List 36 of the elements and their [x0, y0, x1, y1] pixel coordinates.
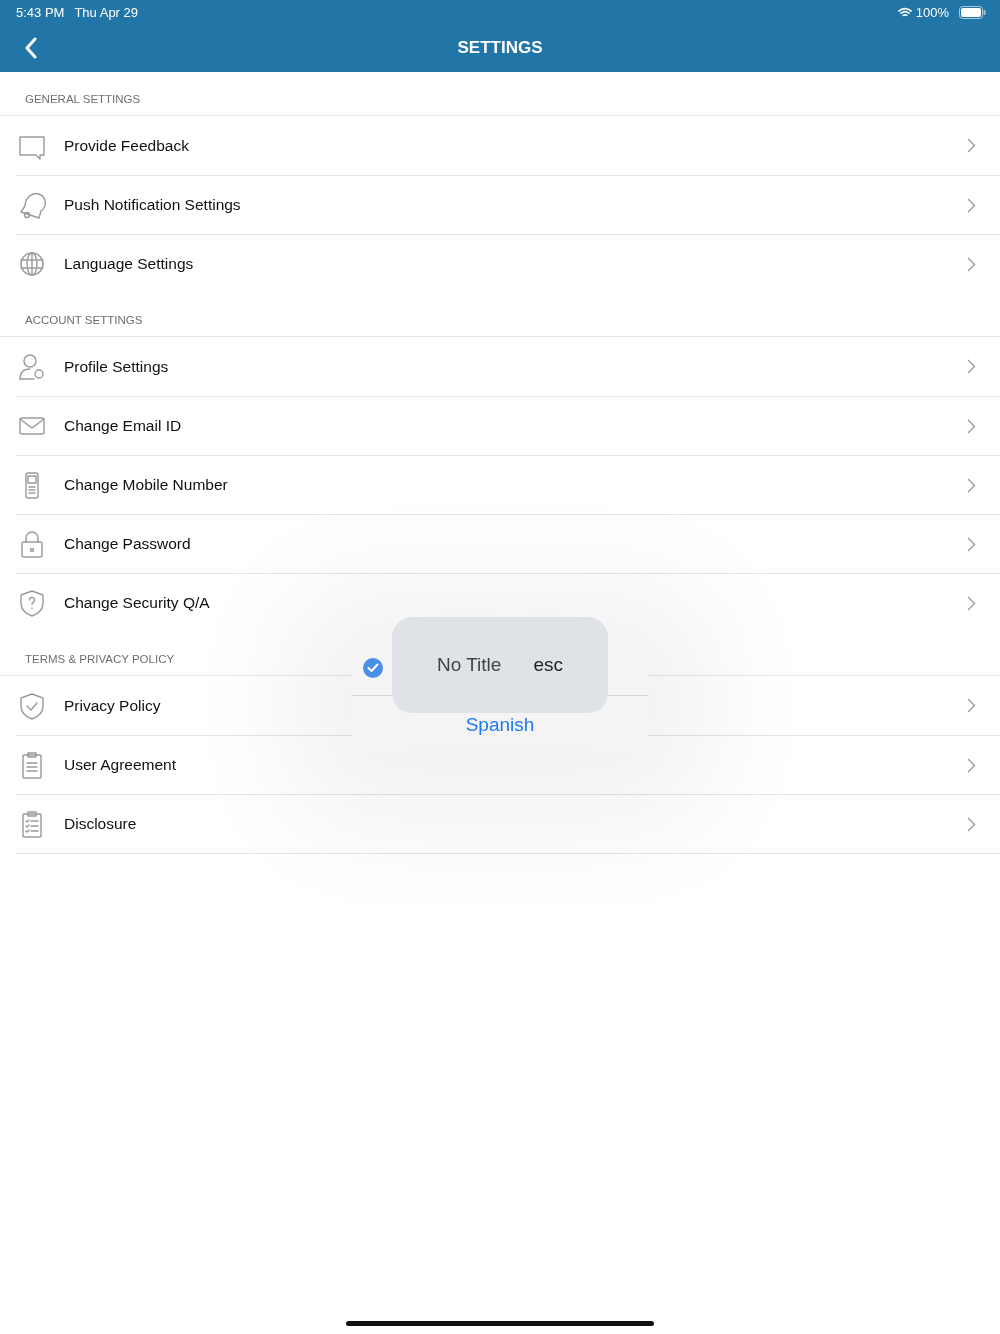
- settings-item[interactable]: Disclosure: [64, 815, 137, 833]
- nav-title: SETTINGS: [456, 38, 544, 58]
- chevron-icon: [967, 536, 976, 552]
- section-header: ACCOUNT SETTINGS: [0, 293, 1000, 337]
- settings-item[interactable]: Language Settings: [64, 255, 194, 273]
- option-link[interactable]: Spanish: [465, 714, 535, 735]
- wifi-icon: [897, 6, 912, 18]
- status-time: 5:43 PM: [16, 4, 65, 20]
- battery-icon: [959, 5, 986, 19]
- globe-icon: [17, 249, 47, 279]
- settings-item[interactable]: Change Password: [64, 535, 191, 553]
- key-label: esc: [533, 654, 563, 676]
- chevron-icon: [967, 256, 976, 272]
- chevron-icon: [967, 418, 976, 434]
- settings-item[interactable]: Push Notification Settings: [64, 196, 241, 214]
- shield-question-icon: [17, 588, 47, 618]
- chevron-icon: [967, 197, 976, 213]
- chevron-icon: [967, 698, 976, 713]
- chevron-icon: [967, 477, 976, 493]
- settings-item[interactable]: Change Mobile Number: [64, 476, 228, 494]
- status-date: Thu Apr 29: [74, 4, 139, 20]
- chevron-icon: [967, 359, 976, 374]
- battery-percent: 100%: [915, 4, 949, 20]
- settings-item[interactable]: Privacy Policy: [64, 696, 161, 715]
- chevron-icon: [967, 595, 976, 611]
- section-header: GENERAL SETTINGS: [0, 72, 1000, 116]
- shield-check-icon: [17, 690, 47, 721]
- tooltip-title: No Title: [437, 654, 502, 676]
- chevron-icon: [967, 757, 976, 773]
- chevron-icon: [967, 138, 976, 153]
- settings-item[interactable]: Change Security Q/A: [64, 594, 210, 612]
- settings-item[interactable]: Change Email ID: [64, 417, 182, 435]
- settings-item[interactable]: Profile Settings: [64, 357, 169, 376]
- chevron-icon: [967, 816, 976, 832]
- settings-item[interactable]: User Agreement: [64, 756, 176, 774]
- settings-item[interactable]: Provide Feedback: [64, 136, 189, 155]
